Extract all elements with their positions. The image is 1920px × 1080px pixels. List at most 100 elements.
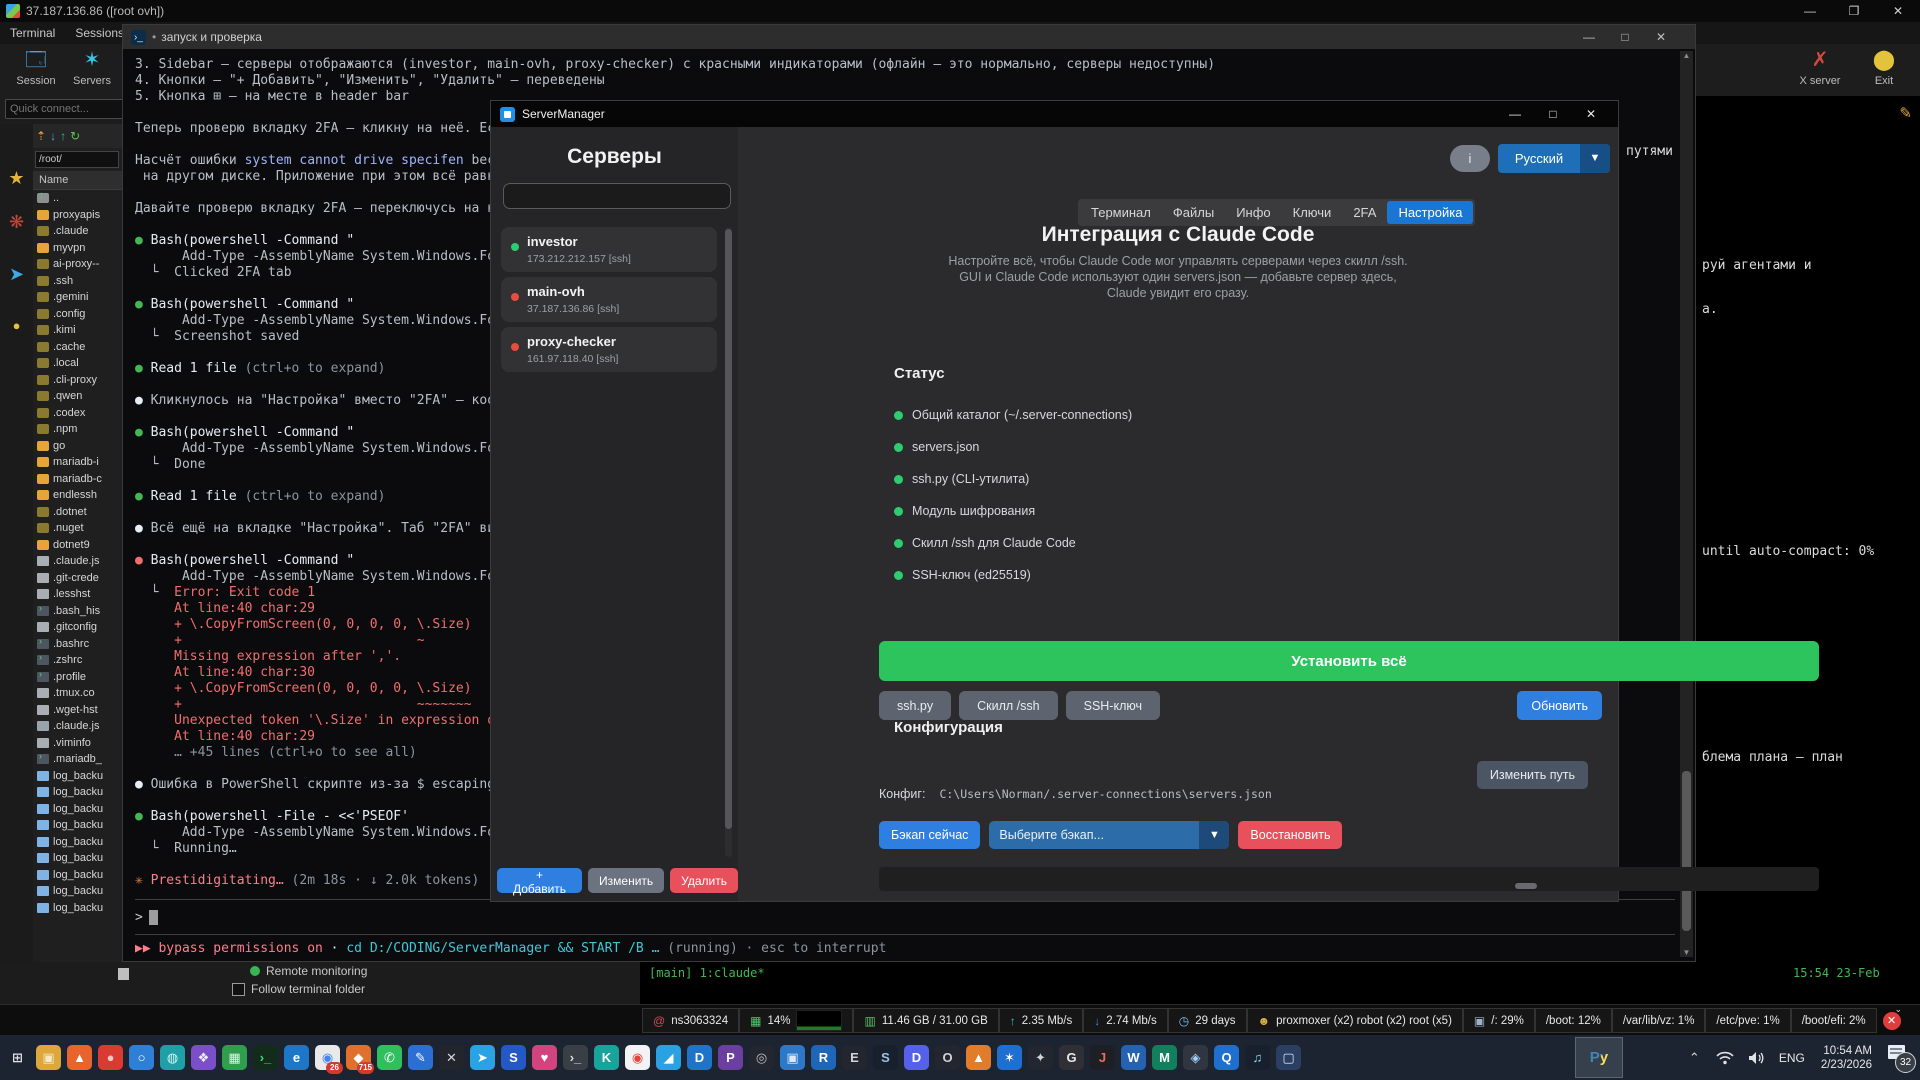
collapse-chevron-icon[interactable]: ⌄ xyxy=(1894,1004,1902,1015)
taskbar-item-app-e[interactable]: E xyxy=(839,1037,870,1078)
telegram-icon[interactable]: ➤ xyxy=(0,264,33,285)
taskbar-item-app-pink[interactable]: ♥ xyxy=(529,1037,560,1078)
file-item[interactable]: .kimi xyxy=(33,322,122,339)
menu-terminal[interactable]: Terminal xyxy=(0,26,65,40)
tab-Файлы[interactable]: Файлы xyxy=(1162,201,1225,224)
file-item[interactable]: ai-proxy-- xyxy=(33,256,122,273)
minimize-icon[interactable]: — xyxy=(1496,101,1534,127)
refresh-icon[interactable]: ↻ xyxy=(70,129,80,143)
tray-expand-icon[interactable]: ⌃ xyxy=(1689,1050,1700,1066)
server-item-main-ovh[interactable]: main-ovh37.187.136.86 [ssh] xyxy=(501,277,717,322)
file-item[interactable]: .bash_his xyxy=(33,603,122,620)
tray-clock[interactable]: 10:54 AM 2/23/2026 xyxy=(1821,1044,1872,1072)
taskbar-item-edge[interactable]: e xyxy=(281,1037,312,1078)
file-item[interactable]: .. xyxy=(33,190,122,207)
file-item[interactable]: mariadb-i xyxy=(33,454,122,471)
tab-Инфо[interactable]: Инфо xyxy=(1225,201,1281,224)
toolbar-session-button[interactable]: 🗔 Session xyxy=(8,47,64,87)
taskbar-item-folder-blue[interactable]: ▣ xyxy=(777,1037,808,1078)
terminal-scrollbar[interactable]: ▲ ▼ xyxy=(1680,51,1693,957)
delete-server-button[interactable]: Удалить xyxy=(670,868,738,893)
taskbar-item-gitkraken[interactable]: K xyxy=(591,1037,622,1078)
taskbar-item-app-d2[interactable]: ◈ xyxy=(1180,1037,1211,1078)
taskbar-item-terminal-green[interactable]: ›_ xyxy=(250,1037,281,1078)
taskbar-item-explorer[interactable]: ▣ xyxy=(33,1037,64,1078)
file-item[interactable]: log_backu xyxy=(33,834,122,851)
file-item[interactable]: .qwen xyxy=(33,388,122,405)
file-item[interactable]: .local xyxy=(33,355,122,372)
toolbar-servers-button[interactable]: ✶ Servers xyxy=(64,47,120,87)
taskbar-item-brave[interactable]: ▲ xyxy=(64,1037,95,1078)
taskbar-item-obs[interactable]: O xyxy=(932,1037,963,1078)
file-item[interactable]: go xyxy=(33,438,122,455)
install-скилл-ssh-button[interactable]: Скилл /ssh xyxy=(959,691,1057,720)
file-item[interactable]: log_backu xyxy=(33,883,122,900)
file-item[interactable]: log_backu xyxy=(33,784,122,801)
taskbar-item-chrome[interactable]: ◉ xyxy=(622,1037,653,1078)
taskbar-item-docker[interactable]: D xyxy=(684,1037,715,1078)
taskbar-item-terminal-gray[interactable]: ›_ xyxy=(560,1037,591,1078)
file-item[interactable]: .zshrc xyxy=(33,652,122,669)
taskbar-item-app-last[interactable]: ▢ xyxy=(1273,1037,1304,1078)
scroll-up-icon[interactable]: ▲ xyxy=(1680,51,1693,60)
file-item[interactable]: .dotnet xyxy=(33,504,122,521)
file-item[interactable]: .profile xyxy=(33,669,122,686)
file-item[interactable]: myvpn xyxy=(33,240,122,257)
file-item[interactable]: .claude xyxy=(33,223,122,240)
taskbar-item-quick-assist[interactable]: Q xyxy=(1211,1037,1242,1078)
taskbar-item-python[interactable]: Py xyxy=(1575,1037,1623,1078)
file-item[interactable]: .git-crede xyxy=(33,570,122,587)
file-item[interactable]: .viminfo xyxy=(33,735,122,752)
file-item[interactable]: .codex xyxy=(33,405,122,422)
file-item[interactable]: proxyapis xyxy=(33,207,122,224)
remote-monitoring-toggle[interactable]: Remote monitoring xyxy=(250,964,367,978)
minimize-icon[interactable]: — xyxy=(1571,25,1607,49)
scrollbar-thumb[interactable] xyxy=(1682,771,1691,931)
upload-icon[interactable]: ↑ xyxy=(60,129,66,143)
download-icon[interactable]: ↓ xyxy=(50,129,56,143)
backup-select[interactable]: Выберите бэкап... ▼ xyxy=(989,821,1229,849)
file-item[interactable]: .gitconfig xyxy=(33,619,122,636)
taskbar-item-vscode[interactable]: ◢ xyxy=(653,1037,684,1078)
taskbar-item-app-cam[interactable]: ◎ xyxy=(746,1037,777,1078)
backup-now-button[interactable]: Бэкап сейчас xyxy=(879,821,980,849)
taskbar-item-whatsapp[interactable]: ✆ xyxy=(374,1037,405,1078)
maximize-icon[interactable]: □ xyxy=(1534,101,1572,127)
restore-button[interactable]: Восстановить xyxy=(1238,821,1342,849)
path-input[interactable] xyxy=(35,151,119,168)
file-item[interactable]: .mariadb_ xyxy=(33,751,122,768)
file-item[interactable]: .ssh xyxy=(33,273,122,290)
file-item[interactable]: mariadb-c xyxy=(33,471,122,488)
file-item[interactable]: .gemini xyxy=(33,289,122,306)
taskbar-item-app-x[interactable]: ✕ xyxy=(436,1037,467,1078)
change-path-button[interactable]: Изменить путь xyxy=(1477,761,1588,789)
server-list-scrollbar[interactable] xyxy=(725,227,732,857)
tab-Настройка[interactable]: Настройка xyxy=(1387,201,1473,224)
file-item[interactable]: .cache xyxy=(33,339,122,356)
servermanager-titlebar[interactable]: ServerManager — □ ✕ xyxy=(491,101,1618,127)
file-item[interactable]: log_backu xyxy=(33,801,122,818)
install-ssh.py-button[interactable]: ssh.py xyxy=(879,691,951,720)
file-item[interactable]: .nuget xyxy=(33,520,122,537)
file-item[interactable]: dotnet9 xyxy=(33,537,122,554)
toolbar-xserver-button[interactable]: ✗ X server xyxy=(1792,47,1848,87)
file-item[interactable]: log_backu xyxy=(33,768,122,785)
follow-folder-checkbox[interactable]: Follow terminal folder xyxy=(232,982,365,996)
scroll-down-icon[interactable]: ▼ xyxy=(1680,948,1693,957)
taskbar-item-discord[interactable]: D xyxy=(901,1037,932,1078)
taskbar-item-notes[interactable]: ✎ xyxy=(405,1037,436,1078)
taskbar-item-browser-red[interactable]: ● xyxy=(95,1037,126,1078)
server-item-investor[interactable]: investor173.212.212.157 [ssh] xyxy=(501,227,717,272)
file-item[interactable]: .npm xyxy=(33,421,122,438)
file-item[interactable]: log_backu xyxy=(33,817,122,834)
close-icon[interactable]: ✕ xyxy=(1572,101,1610,127)
taskbar-item-steam[interactable]: S xyxy=(870,1037,901,1078)
taskbar-item-jetbrains[interactable]: J xyxy=(1087,1037,1118,1078)
file-item[interactable]: .lesshst xyxy=(33,586,122,603)
horizontal-scrollbar-thumb[interactable] xyxy=(1515,883,1537,889)
speaker-icon[interactable] xyxy=(1748,1051,1765,1065)
file-item[interactable]: .wget-hst xyxy=(33,702,122,719)
file-item[interactable]: endlessh xyxy=(33,487,122,504)
file-item[interactable]: log_backu xyxy=(33,867,122,884)
taskbar-item-app-m[interactable]: M xyxy=(1149,1037,1180,1078)
